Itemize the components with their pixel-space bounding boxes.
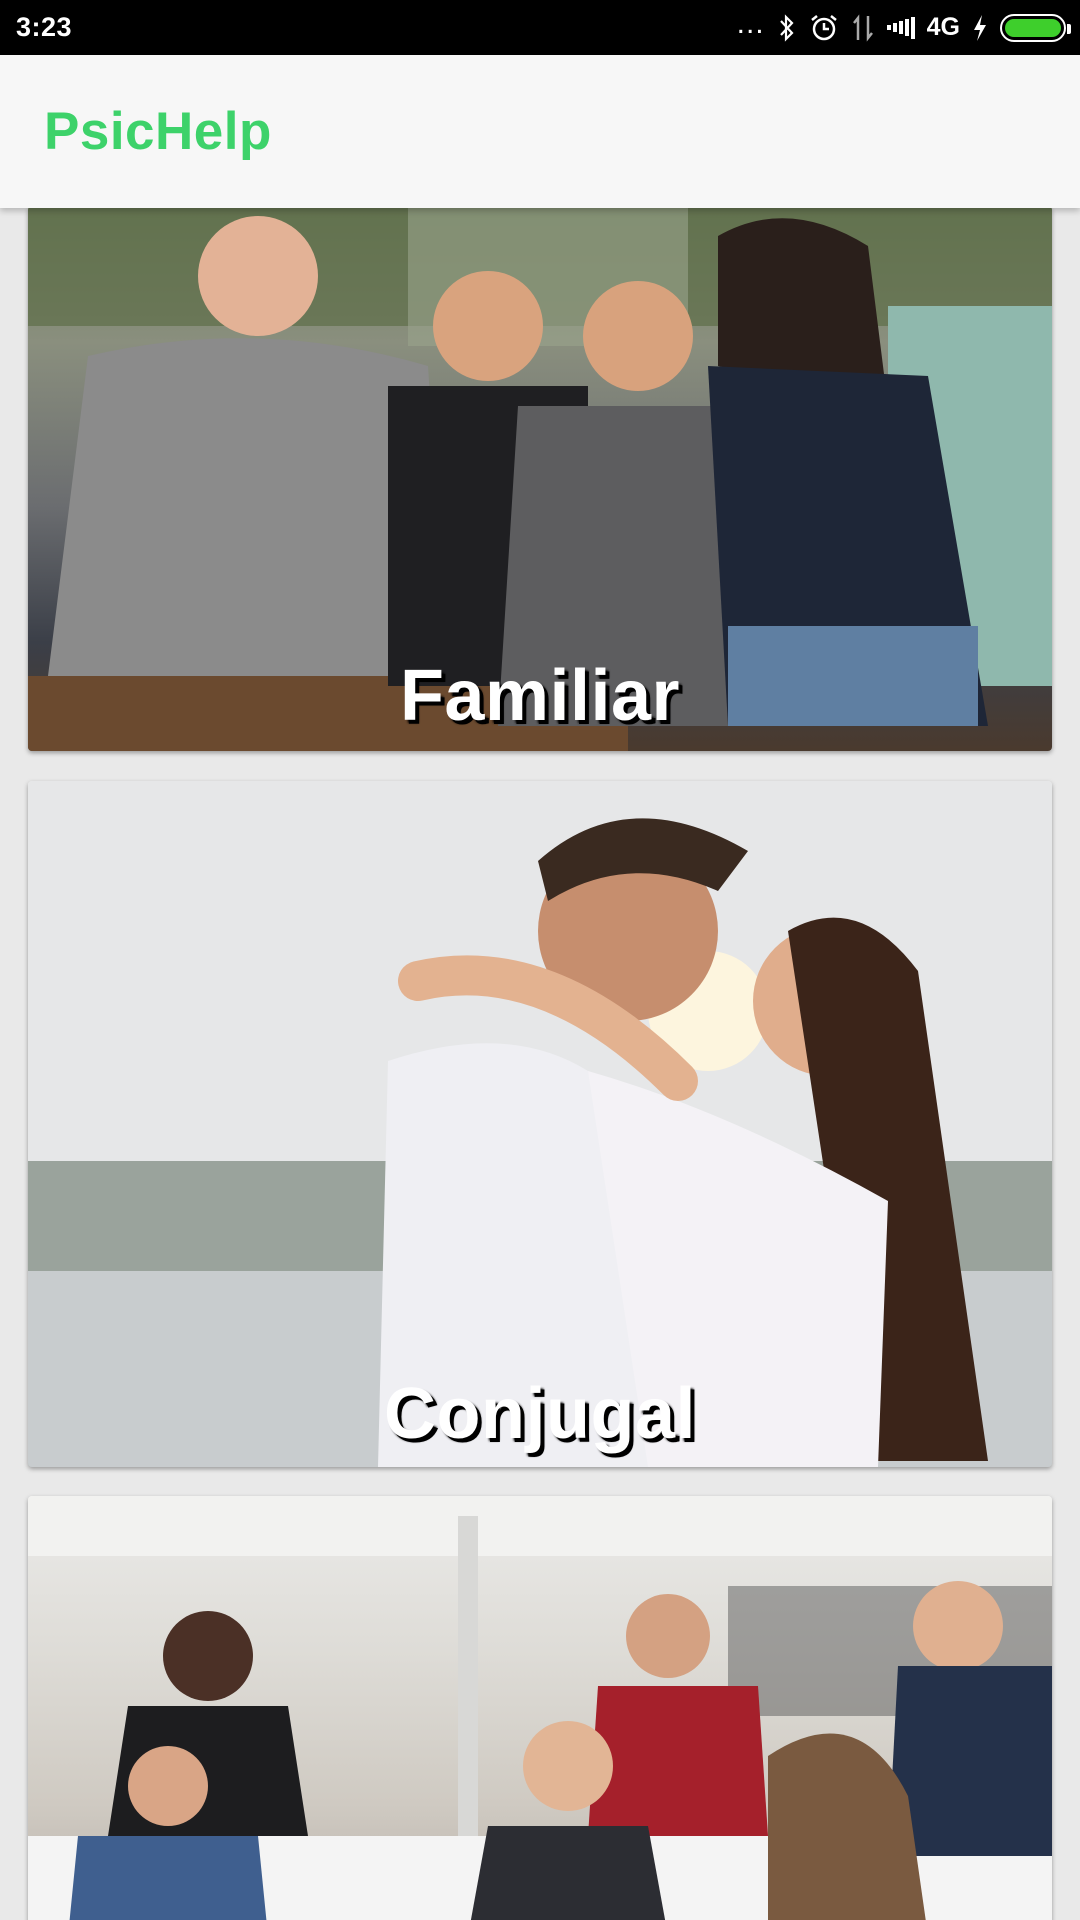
more-dots-icon: ... [736, 6, 765, 40]
alarm-icon [809, 13, 839, 43]
status-time: 3:23 [16, 12, 73, 42]
network-type: 4G [926, 13, 960, 41]
couple-photo [28, 781, 1052, 1467]
category-list[interactable]: Familiar Conjugal [0, 208, 1080, 1920]
status-bar: 3:23 ... 4G [0, 0, 1080, 55]
category-card-group[interactable] [28, 1496, 1052, 1920]
data-transfer-icon [851, 13, 875, 42]
battery-icon [1000, 13, 1071, 42]
category-card-familiar[interactable]: Familiar [28, 208, 1052, 751]
category-card-conjugal[interactable]: Conjugal [28, 781, 1052, 1467]
bluetooth-icon [777, 13, 797, 42]
status-icons: ... 4G [737, 7, 1071, 43]
signal-icon [886, 16, 915, 39]
category-title: Familiar [399, 656, 681, 736]
app-title: PsicHelp [44, 102, 272, 161]
charging-icon [972, 14, 988, 42]
app-bar: PsicHelp [0, 55, 1080, 208]
group-photo [28, 1496, 1052, 1920]
category-title: Conjugal [384, 1374, 696, 1454]
